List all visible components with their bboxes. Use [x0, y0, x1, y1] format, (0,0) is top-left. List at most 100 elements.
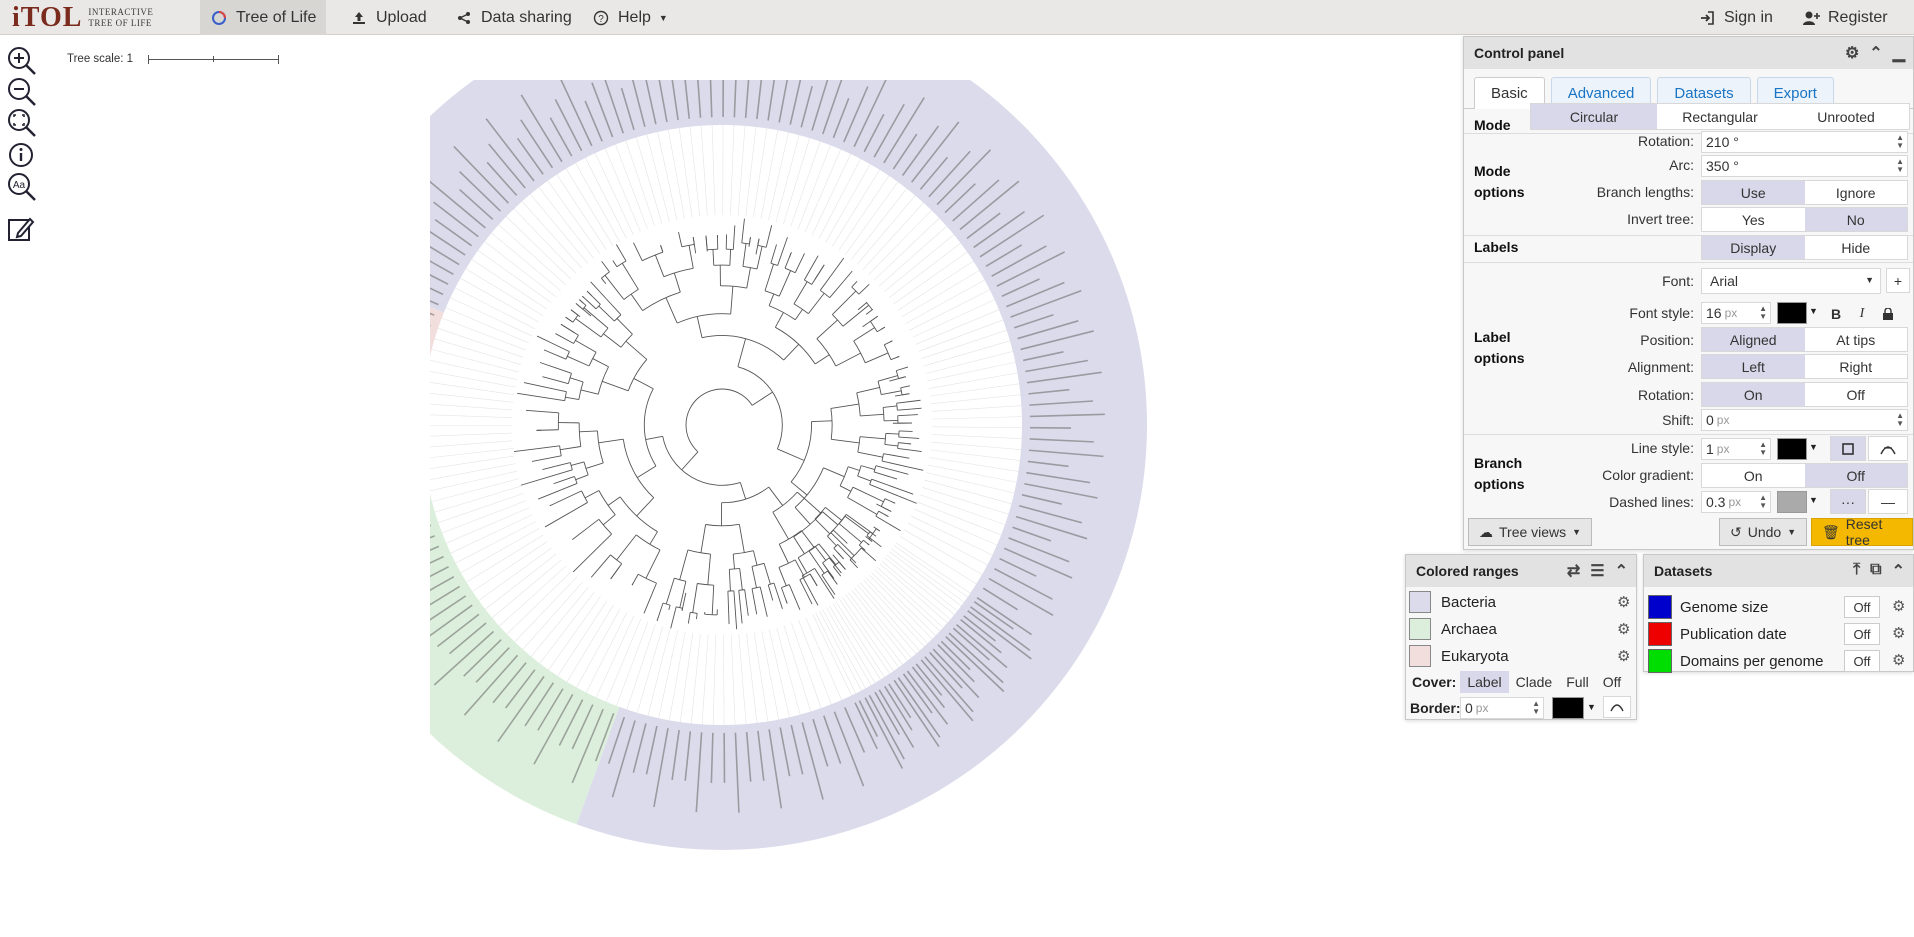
dotted-line-icon[interactable]: ···	[1830, 489, 1866, 514]
tree-branch	[853, 327, 875, 342]
circular-tree[interactable]	[430, 80, 1320, 937]
gear-icon[interactable]: ⚙	[1617, 620, 1630, 638]
cover-off-button[interactable]: Off	[1596, 671, 1628, 693]
curved-branch-icon[interactable]	[1868, 436, 1908, 461]
arc-input[interactable]: 350 ° ▲ ▼	[1701, 155, 1908, 177]
range-color-swatch[interactable]	[1409, 591, 1431, 613]
range-color-swatch[interactable]	[1409, 618, 1431, 640]
rectangular-branch-icon[interactable]	[1830, 436, 1866, 461]
mode-circular-button[interactable]: Circular	[1531, 104, 1657, 129]
zoom-in-icon[interactable]	[6, 46, 38, 76]
dataset-toggle[interactable]: Off	[1844, 596, 1880, 618]
settings-gear-icon[interactable]: ⚙	[1845, 43, 1859, 63]
chevron-down-icon[interactable]: ▼	[1809, 442, 1818, 452]
line-color-swatch[interactable]	[1777, 438, 1807, 460]
cover-clade-button[interactable]: Clade	[1509, 671, 1560, 693]
itol-logo[interactable]: iTOL Interactive Tree Of Life	[12, 2, 153, 33]
lock-icon[interactable]	[1876, 301, 1900, 326]
colored-ranges-header[interactable]: Colored ranges ⇄ ☰ ⌃	[1406, 555, 1636, 587]
chevron-down-icon[interactable]: ▼	[1809, 495, 1818, 505]
collapse-icon[interactable]: ⌃	[1892, 561, 1905, 581]
alignment-left-button[interactable]: Left	[1702, 355, 1805, 378]
font-select[interactable]: Arial ▼	[1701, 268, 1881, 294]
label-rotation-off-button[interactable]: Off	[1805, 383, 1908, 406]
label-rotation-on-button[interactable]: On	[1702, 383, 1805, 406]
tree-branch	[873, 526, 880, 532]
line-width-input[interactable]: 1 px ▲ ▼	[1701, 438, 1771, 460]
list-icon[interactable]: ☰	[1590, 561, 1604, 581]
control-panel-header[interactable]: Control panel ⚙ ⌃ ▁	[1464, 37, 1913, 69]
color-gradient-on-button[interactable]: On	[1702, 464, 1805, 487]
guide-line	[928, 464, 1017, 483]
curved-branch-icon[interactable]	[1603, 696, 1631, 718]
datasets-header[interactable]: Datasets ⤒ ⧉ ⌃	[1644, 555, 1913, 587]
gear-icon[interactable]: ⚙	[1892, 597, 1905, 615]
chevron-down-icon[interactable]: ▼	[1809, 306, 1818, 316]
edit-icon[interactable]	[6, 214, 38, 244]
nav-tree-of-life[interactable]: Tree of Life	[200, 0, 327, 35]
minimize-icon[interactable]: ▁	[1893, 43, 1905, 63]
bold-button[interactable]: B	[1824, 301, 1848, 326]
rotation-input[interactable]: 210 ° ▲ ▼	[1701, 131, 1908, 153]
range-item-eukaryota[interactable]: Eukaryota	[1409, 645, 1509, 667]
range-item-archaea[interactable]: Archaea	[1409, 618, 1497, 640]
dashed-color-swatch[interactable]	[1777, 491, 1807, 513]
zoom-out-icon[interactable]	[6, 77, 38, 107]
info-icon[interactable]	[6, 140, 38, 170]
branch-lengths-use-button[interactable]: Use	[1702, 181, 1805, 204]
gear-icon[interactable]: ⚙	[1892, 624, 1905, 642]
collapse-icon[interactable]: ⌃	[1869, 43, 1882, 63]
nav-register[interactable]: Register	[1792, 0, 1898, 35]
dataset-toggle[interactable]: Off	[1844, 650, 1880, 672]
zoom-fit-icon[interactable]	[6, 108, 38, 138]
color-gradient-off-button[interactable]: Off	[1804, 464, 1907, 487]
layers-add-icon[interactable]: ⧉	[1870, 561, 1881, 581]
nav-sign-in[interactable]: Sign in	[1688, 0, 1783, 35]
position-aligned-button[interactable]: Aligned	[1702, 328, 1805, 351]
dataset-item-domains-per-genome[interactable]: Domains per genome	[1648, 649, 1823, 673]
cover-full-button[interactable]: Full	[1559, 671, 1596, 693]
dataset-toggle[interactable]: Off	[1844, 623, 1880, 645]
border-width-input[interactable]: 0 px ▲ ▼	[1460, 697, 1544, 719]
invert-tree-no-button[interactable]: No	[1804, 208, 1907, 231]
chevron-down-icon[interactable]: ▼	[1587, 702, 1596, 712]
gear-icon[interactable]: ⚙	[1892, 651, 1905, 669]
collapse-icon[interactable]: ⌃	[1615, 561, 1628, 581]
undo-button[interactable]: ↺ Undo ▼	[1719, 518, 1808, 546]
dashed-lines-input[interactable]: 0.3 px ▲ ▼	[1701, 491, 1771, 513]
cover-label-button[interactable]: Label	[1460, 671, 1509, 693]
font-size-input[interactable]: 16 px ▲ ▼	[1701, 302, 1771, 324]
nav-help[interactable]: ? Help ▼	[582, 0, 678, 35]
dataset-item-genome-size[interactable]: Genome size	[1648, 595, 1768, 619]
upload-icon[interactable]: ⤒	[1853, 561, 1860, 581]
invert-tree-yes-button[interactable]: Yes	[1702, 208, 1805, 231]
nav-upload[interactable]: Upload	[340, 0, 437, 35]
tree-branch	[553, 481, 559, 485]
nav-data-sharing[interactable]: Data sharing	[445, 0, 582, 35]
swap-icon[interactable]: ⇄	[1567, 561, 1580, 581]
shift-input[interactable]: 0 px ▲ ▼	[1701, 409, 1908, 431]
mode-unrooted-button[interactable]: Unrooted	[1783, 104, 1909, 129]
guide-line	[909, 289, 990, 331]
add-font-button[interactable]: +	[1886, 268, 1910, 293]
mode-rectangular-button[interactable]: Rectangular	[1657, 104, 1783, 129]
border-color-swatch[interactable]	[1552, 697, 1584, 719]
guide-line	[548, 596, 601, 671]
reset-tree-button[interactable]: 🗑 Reset tree	[1811, 516, 1913, 548]
italic-button[interactable]: I	[1850, 301, 1874, 326]
guide-line	[862, 202, 924, 270]
dataset-item-publication-date[interactable]: Publication date	[1648, 622, 1787, 646]
position-at-tips-button[interactable]: At tips	[1805, 328, 1908, 351]
range-item-bacteria[interactable]: Bacteria	[1409, 591, 1496, 613]
labels-hide-button[interactable]: Hide	[1805, 236, 1908, 259]
label-search-icon[interactable]: Aa	[6, 171, 38, 201]
branch-lengths-ignore-button[interactable]: Ignore	[1805, 181, 1908, 204]
labels-display-button[interactable]: Display	[1702, 236, 1805, 259]
font-color-swatch[interactable]	[1777, 302, 1807, 324]
tree-views-button[interactable]: ☁ Tree views ▼	[1468, 518, 1593, 546]
range-color-swatch[interactable]	[1409, 645, 1431, 667]
gear-icon[interactable]: ⚙	[1617, 593, 1630, 611]
solid-line-icon[interactable]: —	[1868, 489, 1908, 514]
alignment-right-button[interactable]: Right	[1805, 355, 1908, 378]
gear-icon[interactable]: ⚙	[1617, 647, 1630, 665]
